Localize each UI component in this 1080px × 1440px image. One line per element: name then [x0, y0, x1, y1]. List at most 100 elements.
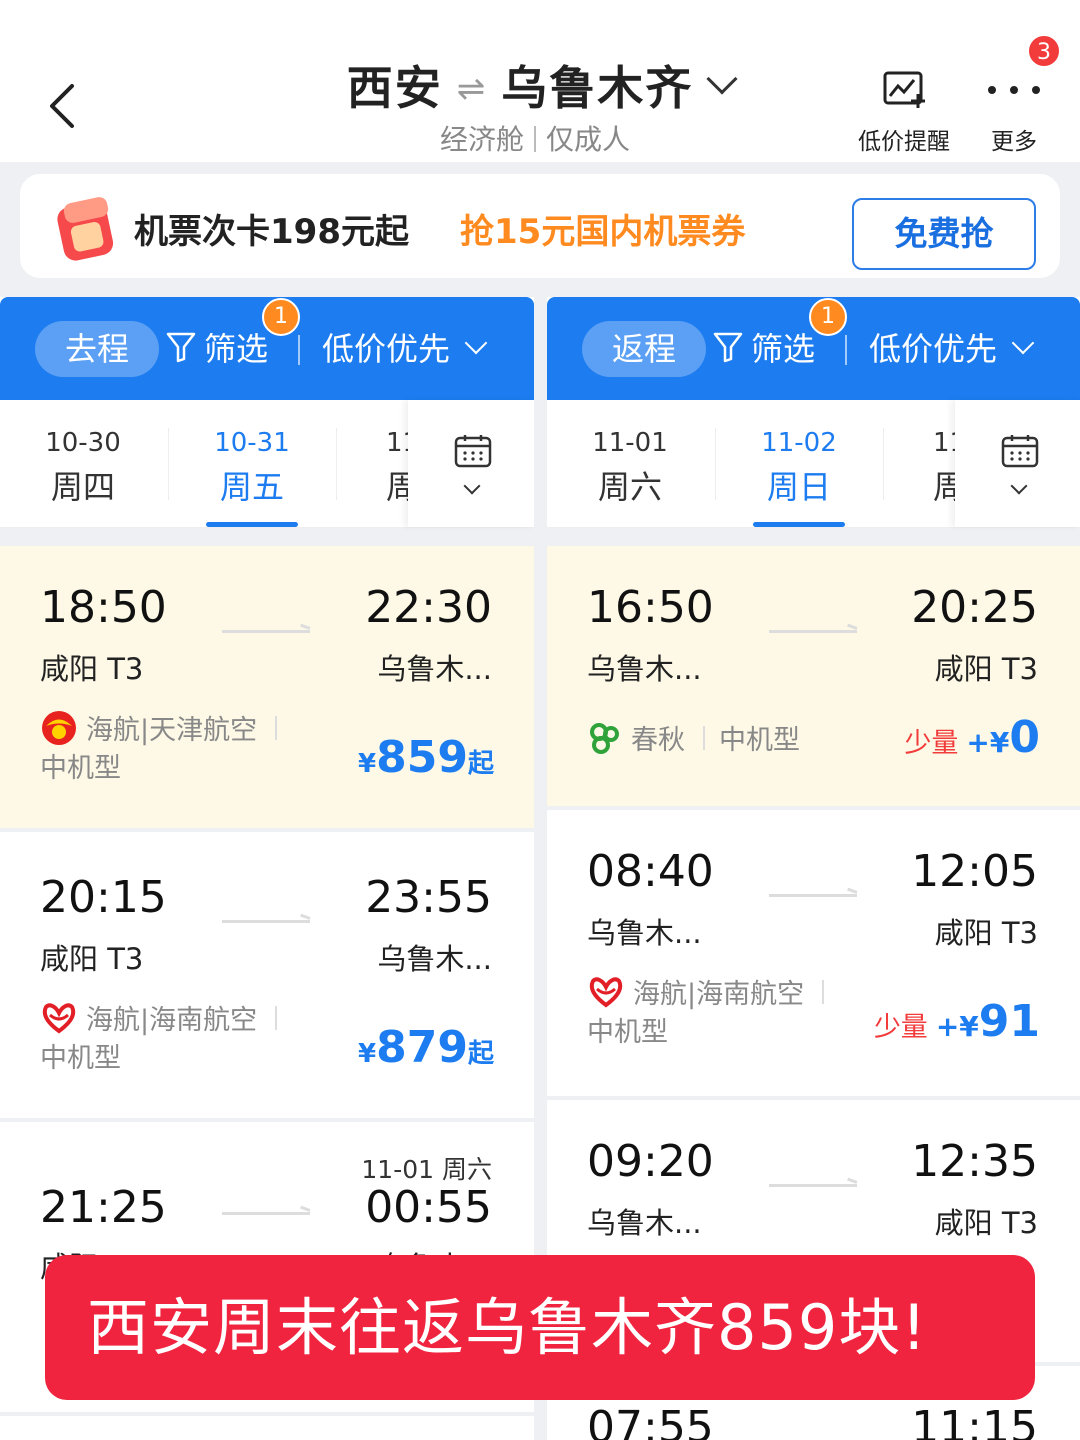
price-difference: 少量 +¥ 0: [904, 712, 1040, 763]
calendar-button[interactable]: [408, 400, 534, 527]
weekday-label: 周五: [219, 468, 284, 506]
date-label: 10-30: [45, 428, 121, 458]
divider: [883, 428, 884, 500]
divider: [336, 428, 337, 500]
outbound-tab[interactable]: 去程: [35, 321, 159, 377]
divider: [298, 335, 300, 365]
selected-date-underline: [753, 522, 845, 527]
arrival-airport: 乌鲁木...: [377, 942, 492, 976]
flight-card[interactable]: 18:50 22:30 咸阳 T3 乌鲁木... 海航|天津航空 中机型 ¥85…: [0, 546, 534, 832]
departure-airport: 乌鲁木...: [587, 1206, 702, 1240]
outbound-sort-dropdown[interactable]: 低价优先: [322, 324, 488, 370]
arrival-time: 20:25: [911, 582, 1038, 633]
weekday-label: 周四: [50, 468, 115, 506]
filter-funnel-icon: [166, 332, 196, 363]
flight-arrow-line: [769, 630, 857, 633]
arrival-time: 00:55: [365, 1182, 492, 1233]
arrival-time: 11:15: [911, 1402, 1038, 1440]
date-tab-1031[interactable]: 10-31 周五: [169, 428, 335, 508]
flight-card[interactable]: 08:40 12:05 乌鲁木... 咸阳 T3 海航|海南航空 中机型 少量 …: [547, 810, 1080, 1100]
plus-currency: +¥: [966, 726, 1010, 759]
promo-banner[interactable]: 机票次卡198元起 抢15元国内机票券 免费抢: [20, 174, 1060, 278]
price-difference: 少量 +¥ 91: [874, 996, 1040, 1047]
date-tab-1101[interactable]: 11-01 周六: [547, 428, 713, 508]
filter-label: 筛选: [204, 330, 269, 368]
date-tab-1030[interactable]: 10-30 周四: [0, 428, 166, 508]
filter-count-badge: 1: [809, 298, 847, 336]
selected-date-underline: [206, 522, 298, 527]
chevron-down-icon: [464, 331, 488, 355]
divider: [703, 725, 705, 750]
flight-arrow-line: [222, 920, 310, 923]
promo-caption-overlay: 西安周末往返乌鲁木齐859块!: [45, 1255, 1035, 1400]
aircraft-size: 中机型: [587, 1017, 668, 1048]
tianjin-airlines-logo-icon: [42, 710, 76, 745]
filter-label: 筛选: [751, 330, 816, 368]
calendar-icon: [1001, 435, 1039, 468]
hainan-airlines-logo-icon: [589, 976, 623, 1007]
promo-coupon-text: 抢15元国内机票券: [460, 212, 746, 252]
flight-arrow-line: [222, 1212, 310, 1215]
airline-name: 海航|海南航空: [86, 1005, 258, 1036]
price-value: 879: [376, 1022, 468, 1073]
currency-symbol: ¥: [358, 1039, 377, 1069]
sort-label: 低价优先: [869, 330, 998, 368]
date-label: 11-01: [592, 428, 668, 458]
destination-city: 乌鲁木齐: [501, 61, 694, 115]
airline-info: 海航|海南航空: [587, 972, 825, 1011]
divider: [822, 979, 825, 1004]
weekday-label: 周日: [766, 468, 831, 506]
notification-badge: 3: [1027, 34, 1061, 68]
flight-arrow-line: [769, 894, 857, 897]
departure-time: 08:40: [587, 846, 714, 897]
divider: [275, 715, 278, 740]
weekday-label: 周六: [597, 468, 662, 506]
departure-airport: 咸阳 T3: [40, 652, 144, 686]
more-label: 更多: [991, 129, 1037, 155]
more-dots-icon: [988, 86, 1040, 94]
spacer: [0, 528, 534, 546]
claim-free-button[interactable]: 免费抢: [852, 198, 1036, 270]
spacer: [547, 528, 1080, 546]
low-seats-label: 少量: [873, 1012, 928, 1043]
divider: [845, 335, 847, 365]
extra-price-value: 0: [1009, 712, 1040, 763]
date-tab-1102[interactable]: 11-02 周日: [716, 428, 882, 508]
passenger-type: 仅成人: [546, 123, 631, 156]
return-filter-button[interactable]: 筛选: [713, 324, 815, 370]
arrival-airport: 咸阳 T3: [934, 916, 1038, 950]
sort-label: 低价优先: [322, 330, 451, 368]
filter-funnel-icon: [713, 332, 743, 363]
airline-name: 海航|海南航空: [633, 979, 805, 1010]
departure-time: 21:25: [40, 1182, 167, 1233]
departure-airport: 乌鲁木...: [587, 916, 702, 950]
more-button[interactable]: 更多: [988, 66, 1040, 156]
chevron-down-icon: [463, 477, 481, 495]
chevron-down-icon: [1010, 477, 1028, 495]
date-label: 10-31: [214, 428, 290, 458]
divider: [534, 126, 536, 152]
flight-card[interactable]: 16:50 20:25 乌鲁木... 咸阳 T3 春秋 中机型 少量 +¥ 0: [547, 546, 1080, 810]
calendar-button[interactable]: [955, 400, 1080, 527]
calendar-icon: [454, 435, 492, 468]
top-header: 西安 ⇌ 乌鲁木齐 经济舱 仅成人 低价提醒 更多 3: [0, 0, 1080, 162]
airline-info: 海航|天津航空: [40, 708, 278, 747]
price-alert-button[interactable]: 低价提醒: [858, 66, 950, 156]
airline-name: 春秋: [631, 725, 685, 756]
outbound-filter-button[interactable]: 筛选: [166, 324, 268, 370]
promo-card-text: 机票次卡198元起: [134, 212, 409, 252]
return-toolbar: 返程 筛选 1 低价优先: [547, 297, 1080, 400]
price-chart-icon: [883, 71, 925, 108]
outbound-date-strip: 10-30 周四 10-31 周五 11 周: [0, 400, 534, 528]
return-sort-dropdown[interactable]: 低价优先: [869, 324, 1035, 370]
return-tab[interactable]: 返程: [582, 321, 706, 377]
price-alert-label: 低价提醒: [858, 129, 950, 155]
aircraft-size: 中机型: [40, 1043, 121, 1074]
price-from-label: 起: [467, 1039, 494, 1069]
arrival-time: 12:35: [911, 1136, 1038, 1187]
flight-card[interactable]: 20:15 23:55 咸阳 T3 乌鲁木... 海航|海南航空 中机型 ¥87…: [0, 836, 534, 1122]
cabin-class: 经济舱: [439, 123, 524, 156]
arrival-next-day: 11-01 周六: [361, 1155, 492, 1184]
arrival-time: 12:05: [911, 846, 1038, 897]
swap-icon: ⇌: [456, 69, 488, 109]
